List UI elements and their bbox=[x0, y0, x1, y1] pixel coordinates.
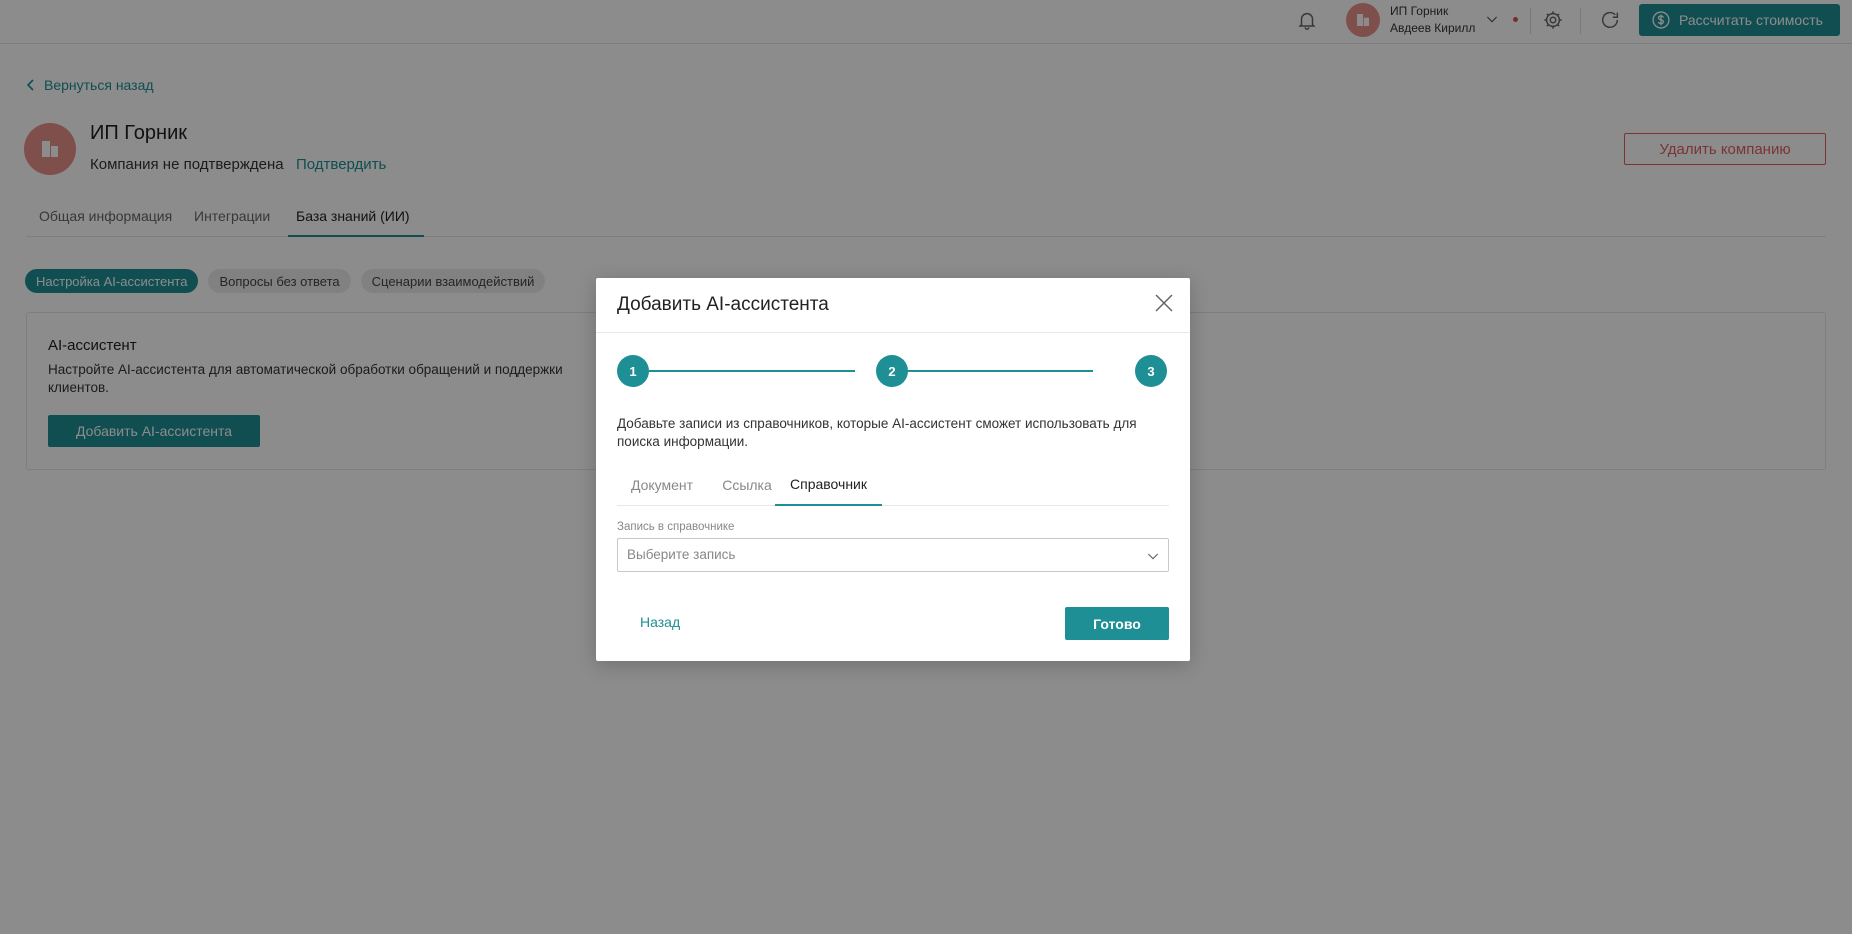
modal-description: Добавьте записи из справочников, которые… bbox=[617, 416, 1137, 449]
add-ai-assistant-modal: Добавить AI-ассистента 1 2 3 Добавьте за… bbox=[596, 278, 1190, 661]
modal-header: Добавить AI-ассистента bbox=[596, 278, 1190, 333]
select-placeholder: Выберите запись bbox=[627, 547, 736, 562]
close-icon[interactable] bbox=[1153, 292, 1175, 314]
step-3: 3 bbox=[1135, 355, 1167, 387]
modal-title: Добавить AI-ассистента bbox=[617, 294, 829, 315]
tab-document[interactable]: Документ bbox=[617, 463, 707, 506]
stepper-line bbox=[887, 370, 1093, 372]
done-button[interactable]: Готово bbox=[1065, 607, 1169, 640]
tab-directory[interactable]: Справочник bbox=[775, 463, 882, 506]
step-2: 2 bbox=[876, 355, 908, 387]
source-tabs: Документ Ссылка Справочник bbox=[617, 463, 1169, 506]
step-1: 1 bbox=[617, 355, 649, 387]
directory-record-label: Запись в справочнике bbox=[617, 521, 735, 533]
back-button[interactable]: Назад bbox=[640, 614, 680, 630]
directory-record-select[interactable]: Выберите запись bbox=[617, 538, 1169, 572]
chevron-down-icon bbox=[1147, 553, 1159, 560]
tab-link[interactable]: Ссылка bbox=[711, 463, 783, 506]
stepper-line bbox=[649, 370, 855, 372]
